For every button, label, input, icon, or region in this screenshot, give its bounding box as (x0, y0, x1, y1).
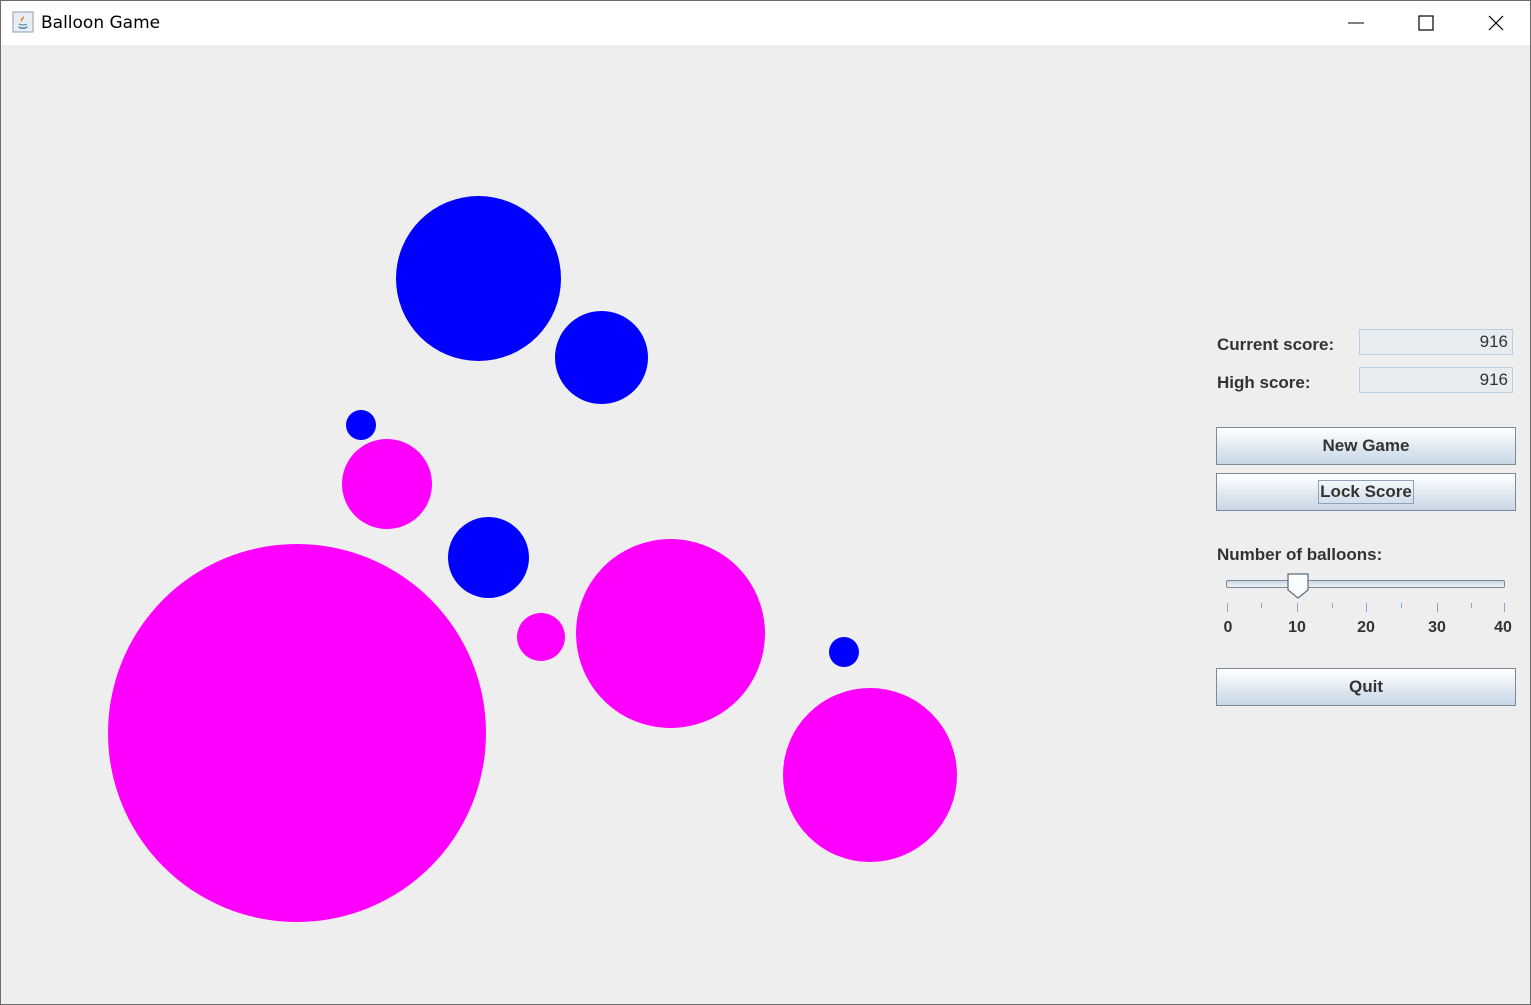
balloon[interactable] (396, 196, 561, 361)
balloon-count-slider-track[interactable] (1226, 580, 1505, 588)
slider-thumb[interactable] (1287, 573, 1309, 599)
balloon[interactable] (108, 544, 486, 922)
slider-tick (1471, 603, 1472, 608)
high-score-label: High score: (1217, 373, 1311, 392)
quit-button[interactable]: Quit (1216, 668, 1516, 706)
new-game-button[interactable]: New Game (1216, 427, 1516, 465)
balloon[interactable] (783, 688, 957, 862)
balloon[interactable] (576, 539, 765, 728)
slider-tick-label: 0 (1223, 619, 1233, 636)
slider-tick (1227, 603, 1228, 612)
close-icon (1488, 15, 1504, 31)
slider-tick (1504, 603, 1505, 612)
close-button[interactable] (1461, 1, 1530, 45)
lock-score-button[interactable]: Lock Score (1216, 473, 1516, 511)
slider-tick (1401, 603, 1402, 608)
slider-tick (1261, 603, 1262, 608)
balloon[interactable] (555, 311, 648, 404)
current-score-label: Current score: (1217, 335, 1335, 354)
window-title: Balloon Game (41, 13, 161, 33)
balloon[interactable] (517, 613, 565, 661)
maximize-icon (1418, 15, 1434, 31)
title-bar: Balloon Game (1, 1, 1530, 45)
java-app-icon (12, 11, 34, 33)
balloon-canvas[interactable] (1, 45, 1181, 1004)
current-score-field: 916 (1359, 329, 1513, 355)
game-window: Balloon Game Current score: 916 High sco… (0, 0, 1531, 1005)
balloon[interactable] (346, 410, 376, 440)
slider-tick (1366, 603, 1367, 612)
slider-tick (1297, 603, 1298, 612)
balloon-count-label: Number of balloons: (1217, 545, 1383, 564)
slider-tick-label: 40 (1494, 619, 1512, 636)
minimize-icon (1348, 22, 1364, 24)
minimize-button[interactable] (1321, 1, 1391, 45)
balloon[interactable] (342, 439, 432, 529)
high-score-field: 916 (1359, 367, 1513, 393)
balloon[interactable] (829, 637, 859, 667)
slider-tick (1332, 603, 1333, 608)
balloon[interactable] (448, 517, 529, 598)
control-panel: Current score: 916 High score: 916 New G… (1216, 45, 1526, 1004)
maximize-button[interactable] (1391, 1, 1461, 45)
slider-tick-label: 10 (1288, 619, 1306, 636)
slider-tick-label: 30 (1428, 619, 1446, 636)
slider-tick (1437, 603, 1438, 612)
lock-score-label: Lock Score (1318, 480, 1414, 504)
slider-tick-label: 20 (1357, 619, 1375, 636)
